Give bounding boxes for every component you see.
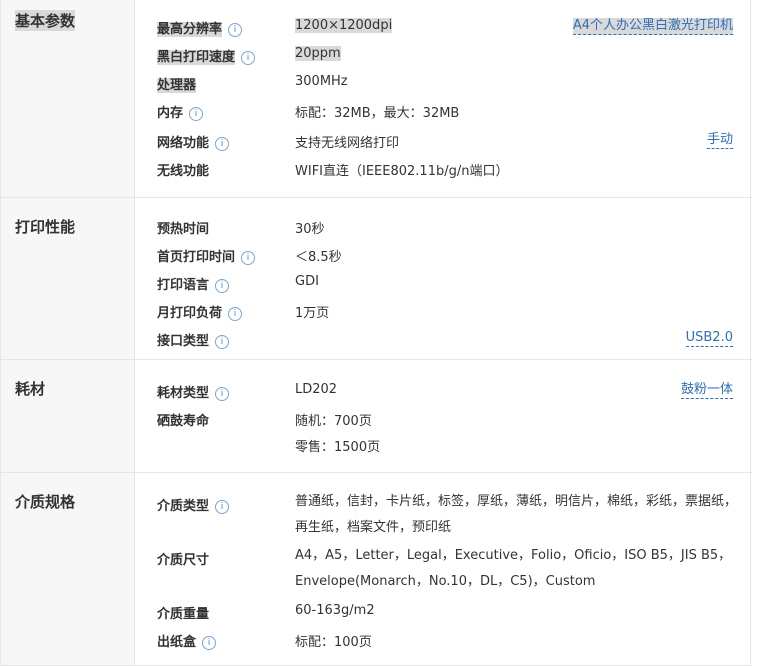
spec-row: 预热时间 30秒 (135, 214, 752, 240)
category-cell: 打印性能 (1, 198, 135, 359)
spec-value: 300MHz (295, 74, 348, 89)
spec-row: 最高分辨率 i 1200×1200dpi A4个人办公黑白激光打印机 (135, 14, 752, 40)
info-icon[interactable]: i (241, 251, 256, 265)
spec-value: 标配：32MB，最大：32MB (295, 106, 460, 121)
category-cell: 基本参数 (1, 0, 135, 197)
section-consumables: 耗材 耗材类型 i LD202 鼓粉一体 硒鼓寿命 随机：700页 零售：1500… (1, 360, 752, 473)
info-icon[interactable]: i (228, 307, 243, 321)
spec-row: 介质重量 60-163g/m2 (135, 599, 752, 625)
spec-row: 月打印负荷 i 1万页 (135, 298, 752, 324)
info-icon[interactable]: i (241, 51, 256, 65)
spec-value: ＜8.5秒 (295, 250, 342, 265)
category-title: 耗材 (15, 380, 46, 398)
spec-value: 支持无线网络打印 (295, 136, 400, 151)
spec-value: WIFI直连（IEEE802.11b/g/n端口） (295, 164, 509, 179)
spec-label: 网络功能 i (157, 132, 230, 151)
spec-row: 内存 i 标配：32MB，最大：32MB (135, 98, 752, 124)
spec-label: 硒鼓寿命 (157, 414, 210, 429)
spec-link[interactable]: A4个人办公黑白激光打印机 (572, 18, 733, 35)
spec-label: 最高分辨率 i (157, 18, 243, 37)
spec-label: 内存 i (157, 102, 204, 121)
spec-row: 耗材类型 i LD202 鼓粉一体 (135, 378, 752, 404)
spec-value: 1200×1200dpi (295, 18, 393, 33)
spec-row: 介质类型 i 普通纸，信封，卡片纸，标签，厚纸，薄纸，明信片，棉纸，彩纸，票据纸，… (135, 491, 752, 543)
spec-label: 打印语言 i (157, 274, 230, 293)
spec-row: 无线功能 WIFI直连（IEEE802.11b/g/n端口） (135, 156, 752, 182)
spec-row: 硒鼓寿命 随机：700页 零售：1500页 (135, 406, 752, 458)
spec-value: 标配：100页 (295, 635, 372, 650)
spec-row: 处理器 300MHz (135, 70, 752, 96)
spec-value: 30秒 (295, 222, 325, 237)
category-title: 基本参数 (15, 10, 76, 31)
spec-value: 普通纸，信封，卡片纸，标签，厚纸，薄纸，明信片，棉纸，彩纸，票据纸，再生纸，档案… (295, 494, 738, 535)
spec-table: 基本参数 最高分辨率 i 1200×1200dpi A4个人办公黑白激光打印机 黑… (0, 0, 752, 666)
category-cell: 介质规格 (1, 473, 135, 665)
spec-label: 黑白打印速度 i (157, 46, 256, 65)
spec-row: 出纸盒 i 标配：100页 (135, 627, 752, 653)
spec-label: 处理器 (157, 78, 197, 93)
spec-link[interactable]: USB2.0 (685, 330, 733, 347)
spec-label: 介质重量 (157, 607, 210, 622)
spec-value: 60-163g/m2 (295, 603, 375, 618)
spec-label: 介质尺寸 (157, 553, 210, 568)
spec-link[interactable]: 鼓粉一体 (680, 382, 733, 399)
spec-value: 20ppm (295, 46, 341, 61)
category-title: 打印性能 (15, 218, 76, 236)
spec-label: 预热时间 (157, 222, 210, 237)
category-cell: 耗材 (1, 360, 135, 472)
info-icon[interactable]: i (215, 137, 230, 151)
spec-label: 首页打印时间 i (157, 246, 256, 265)
info-icon[interactable]: i (215, 279, 230, 293)
spec-value: 随机：700页 (295, 414, 372, 429)
spec-value: GDI (295, 274, 319, 289)
spec-label: 耗材类型 i (157, 382, 230, 401)
section-basic-params: 基本参数 最高分辨率 i 1200×1200dpi A4个人办公黑白激光打印机 黑… (1, 0, 752, 198)
spec-link[interactable]: 手动 (706, 132, 733, 149)
spec-value: A4，A5，Letter，Legal，Executive，Folio，Ofici… (295, 548, 732, 589)
section-print-performance: 打印性能 预热时间 30秒 首页打印时间 i ＜8.5秒 打印语言 i GDI 月打… (1, 198, 752, 360)
spec-label: 出纸盒 i (157, 631, 217, 650)
spec-value: 1万页 (295, 306, 330, 321)
info-icon[interactable]: i (215, 500, 230, 514)
spec-value: LD202 (295, 382, 338, 397)
section-media-specs: 介质规格 介质类型 i 普通纸，信封，卡片纸，标签，厚纸，薄纸，明信片，棉纸，彩纸… (1, 473, 752, 666)
info-icon[interactable]: i (215, 335, 230, 349)
spec-row: 接口类型 i USB2.0 (135, 326, 752, 352)
info-icon[interactable]: i (228, 23, 243, 37)
spec-row: 黑白打印速度 i 20ppm (135, 42, 752, 68)
info-icon[interactable]: i (202, 636, 217, 650)
spec-label: 月打印负荷 i (157, 302, 243, 321)
spec-label: 接口类型 i (157, 330, 230, 349)
spec-label: 无线功能 (157, 164, 210, 179)
info-icon[interactable]: i (215, 387, 230, 401)
spec-label: 介质类型 i (157, 495, 230, 514)
category-title: 介质规格 (15, 493, 76, 511)
spec-row: 网络功能 i 支持无线网络打印 手动 (135, 128, 752, 154)
info-icon[interactable]: i (189, 107, 204, 121)
spec-row: 首页打印时间 i ＜8.5秒 (135, 242, 752, 268)
spec-row: 打印语言 i GDI (135, 270, 752, 296)
spec-row: 介质尺寸 A4，A5，Letter，Legal，Executive，Folio，… (135, 545, 752, 597)
spec-value-secondary: 零售：1500页 (295, 440, 381, 455)
